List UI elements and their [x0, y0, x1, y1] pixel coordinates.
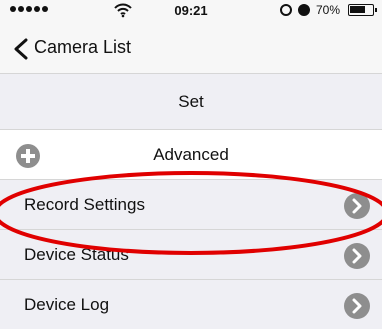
battery-icon — [348, 4, 377, 16]
chevron-right-circle-icon[interactable] — [344, 243, 370, 269]
back-label[interactable]: Camera List — [34, 37, 131, 58]
menu-item-label: Record Settings — [24, 195, 145, 214]
menu-item-device-log[interactable]: Device Log — [0, 280, 382, 329]
battery-fill — [350, 6, 365, 13]
status-icons: 70% — [279, 3, 377, 17]
menu-item-record-settings[interactable]: Record Settings — [0, 180, 382, 230]
alarm-icon — [297, 4, 310, 16]
page-title: Set — [178, 92, 204, 111]
section-header: Set — [0, 74, 382, 130]
chevron-right-circle-icon[interactable] — [344, 293, 370, 319]
rotation-lock-icon — [279, 4, 292, 16]
menu-item-label: Device Log — [24, 295, 110, 314]
chevron-left-icon — [14, 38, 28, 60]
advanced-row[interactable]: Advanced — [0, 130, 382, 180]
navigation-bar: Camera List — [0, 22, 382, 74]
advanced-label: Advanced — [153, 145, 229, 164]
menu-item-label: Device Status — [24, 245, 129, 264]
battery-percent: 70% — [315, 3, 340, 17]
menu-item-device-status[interactable]: Device Status — [0, 230, 382, 280]
chevron-right-circle-icon[interactable] — [344, 193, 370, 219]
status-bar: 09:21 70% — [0, 0, 382, 22]
